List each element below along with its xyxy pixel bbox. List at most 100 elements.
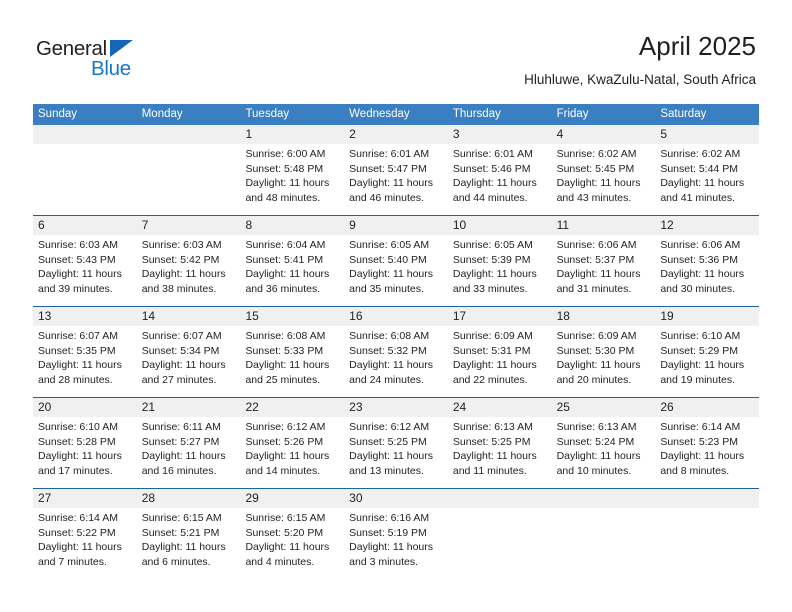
day-number-13[interactable]: 13	[33, 307, 137, 326]
day-cell-21[interactable]: Sunrise: 6:11 AM Sunset: 5:27 PM Daylight:…	[137, 417, 241, 488]
day-detail-line: Daylight: 11 hours	[38, 541, 122, 554]
day-number-25[interactable]: 25	[552, 398, 656, 417]
day-number-17[interactable]: 17	[448, 307, 552, 326]
day-detail-line: Sunrise: 6:12 AM	[245, 421, 326, 433]
day-number-10[interactable]: 10	[448, 216, 552, 235]
weekday-header-thursday: Thursday	[452, 108, 501, 120]
day-detail-line: Daylight: 11 hours	[452, 177, 537, 190]
day-cell-17[interactable]: Sunrise: 6:09 AM Sunset: 5:31 PM Daylight:…	[448, 326, 552, 397]
day-number-22[interactable]: 22	[240, 398, 344, 417]
day-cell-8[interactable]: Sunrise: 6:04 AM Sunset: 5:41 PM Daylight:…	[240, 235, 344, 306]
day-number-4[interactable]: 4	[552, 125, 656, 144]
day-detail-line: and 3 minutes.	[349, 555, 419, 568]
day-cell-24[interactable]: Sunrise: 6:13 AM Sunset: 5:25 PM Daylight:…	[448, 417, 552, 488]
day-cell-27[interactable]: Sunrise: 6:14 AM Sunset: 5:22 PM Daylight:…	[33, 508, 137, 579]
day-cell-16[interactable]: Sunrise: 6:08 AM Sunset: 5:32 PM Daylight:…	[344, 326, 448, 397]
day-number-28[interactable]: 28	[137, 489, 241, 508]
day-detail-line: and 11 minutes.	[452, 464, 527, 477]
day-detail-line: Daylight: 11 hours	[660, 450, 745, 463]
day-cell-15[interactable]: Sunrise: 6:08 AM Sunset: 5:33 PM Daylight:…	[240, 326, 344, 397]
day-detail-line: and 20 minutes.	[556, 373, 632, 386]
day-number-7[interactable]: 7	[137, 216, 241, 235]
day-detail-line: and 19 minutes.	[660, 373, 736, 386]
day-number-6[interactable]: 6	[33, 216, 137, 235]
day-detail-line: Daylight: 11 hours	[245, 177, 330, 190]
day-detail-line: Sunset: 5:24 PM	[556, 435, 635, 448]
day-cell-23[interactable]: Sunrise: 6:12 AM Sunset: 5:25 PM Daylight:…	[344, 417, 448, 488]
calendar-weeks: 1 2 3 4 5 Sunrise: 6:00 AM Sunset: 5:48 PM Dayl…	[33, 125, 759, 579]
day-cell-22[interactable]: Sunrise: 6:12 AM Sunset: 5:26 PM Daylight:…	[240, 417, 344, 488]
day-number-empty	[655, 489, 759, 508]
day-number-26[interactable]: 26	[655, 398, 759, 417]
day-number-15[interactable]: 15	[240, 307, 344, 326]
day-number-9[interactable]: 9	[344, 216, 448, 235]
day-cell-11[interactable]: Sunrise: 6:06 AM Sunset: 5:37 PM Daylight:…	[552, 235, 656, 306]
day-detail-line: Sunrise: 6:08 AM	[349, 330, 430, 342]
day-detail-line: Sunrise: 6:01 AM	[349, 148, 430, 160]
day-cell-7[interactable]: Sunrise: 6:03 AM Sunset: 5:42 PM Daylight:…	[137, 235, 241, 306]
day-number-3[interactable]: 3	[448, 125, 552, 144]
day-cell-9[interactable]: Sunrise: 6:05 AM Sunset: 5:40 PM Daylight:…	[344, 235, 448, 306]
day-detail-line: Daylight: 11 hours	[141, 541, 226, 554]
day-cell-10[interactable]: Sunrise: 6:05 AM Sunset: 5:39 PM Daylight:…	[448, 235, 552, 306]
day-detail-line: and 28 minutes.	[38, 373, 113, 386]
day-cell-25[interactable]: Sunrise: 6:13 AM Sunset: 5:24 PM Daylight:…	[552, 417, 656, 488]
day-cell-4[interactable]: Sunrise: 6:02 AM Sunset: 5:45 PM Daylight:…	[552, 144, 656, 215]
day-number-5[interactable]: 5	[655, 125, 759, 144]
day-detail-line: Sunset: 5:30 PM	[556, 344, 635, 357]
day-number-30[interactable]: 30	[344, 489, 448, 508]
day-cell-26[interactable]: Sunrise: 6:14 AM Sunset: 5:23 PM Daylight:…	[655, 417, 759, 488]
day-number-24[interactable]: 24	[448, 398, 552, 417]
day-detail-line: Daylight: 11 hours	[660, 177, 745, 190]
day-detail-line: Sunrise: 6:11 AM	[141, 421, 221, 433]
day-cell-14[interactable]: Sunrise: 6:07 AM Sunset: 5:34 PM Daylight:…	[137, 326, 241, 397]
day-detail-line: Sunrise: 6:08 AM	[245, 330, 326, 342]
day-cell-13[interactable]: Sunrise: 6:07 AM Sunset: 5:35 PM Daylight:…	[33, 326, 137, 397]
day-number-14[interactable]: 14	[137, 307, 241, 326]
day-detail-line: Sunrise: 6:07 AM	[141, 330, 222, 342]
day-number-23[interactable]: 23	[344, 398, 448, 417]
day-cell-5[interactable]: Sunrise: 6:02 AM Sunset: 5:44 PM Daylight:…	[655, 144, 759, 215]
day-cell-6[interactable]: Sunrise: 6:03 AM Sunset: 5:43 PM Daylight:…	[33, 235, 137, 306]
title-block: April 2025 Hluhluwe, KwaZulu-Natal, Sout…	[524, 30, 756, 90]
day-number-2[interactable]: 2	[344, 125, 448, 144]
day-cell-3[interactable]: Sunrise: 6:01 AM Sunset: 5:46 PM Daylight:…	[448, 144, 552, 215]
day-number-16[interactable]: 16	[344, 307, 448, 326]
day-number-18[interactable]: 18	[552, 307, 656, 326]
day-cell-30[interactable]: Sunrise: 6:16 AM Sunset: 5:19 PM Daylight:…	[344, 508, 448, 579]
week-daynumber-band: 20 21 22 23 24 25 26	[33, 398, 759, 417]
day-detail-line: Sunrise: 6:09 AM	[556, 330, 637, 342]
day-cell-12[interactable]: Sunrise: 6:06 AM Sunset: 5:36 PM Daylight:…	[655, 235, 759, 306]
week-daynumber-band: 6 7 8 9 10 11 12	[33, 216, 759, 235]
day-number-21[interactable]: 21	[137, 398, 241, 417]
day-number-8[interactable]: 8	[240, 216, 344, 235]
day-number-1[interactable]: 1	[240, 125, 344, 144]
day-detail-line: and 41 minutes.	[660, 191, 736, 204]
day-number-empty	[33, 125, 137, 144]
week-daynumber-band: 27 28 29 30	[33, 489, 759, 508]
weekday-header-saturday: Saturday	[660, 108, 707, 120]
day-detail-line: Sunrise: 6:03 AM	[141, 239, 222, 251]
day-cell-1[interactable]: Sunrise: 6:00 AM Sunset: 5:48 PM Daylight:…	[240, 144, 344, 215]
day-number-20[interactable]: 20	[33, 398, 137, 417]
day-detail-line: Sunset: 5:41 PM	[245, 253, 324, 266]
weekday-header-monday: Monday	[141, 108, 183, 120]
day-number-29[interactable]: 29	[240, 489, 344, 508]
day-number-19[interactable]: 19	[655, 307, 759, 326]
day-detail-line: Sunset: 5:25 PM	[452, 435, 531, 448]
day-number-12[interactable]: 12	[655, 216, 759, 235]
week-detail-band: Sunrise: 6:14 AM Sunset: 5:22 PM Daylight:…	[33, 508, 759, 579]
day-detail-line: Sunrise: 6:03 AM	[38, 239, 118, 251]
week-daynumber-band: 13 14 15 16 17 18 19	[33, 307, 759, 326]
day-cell-28[interactable]: Sunrise: 6:15 AM Sunset: 5:21 PM Daylight:…	[137, 508, 241, 579]
day-detail-line: Sunset: 5:45 PM	[556, 162, 635, 175]
day-cell-18[interactable]: Sunrise: 6:09 AM Sunset: 5:30 PM Daylight:…	[552, 326, 656, 397]
day-cell-29[interactable]: Sunrise: 6:15 AM Sunset: 5:20 PM Daylight:…	[240, 508, 344, 579]
day-cell-20[interactable]: Sunrise: 6:10 AM Sunset: 5:28 PM Daylight:…	[33, 417, 137, 488]
day-detail-line: Sunset: 5:19 PM	[349, 526, 427, 539]
day-number-11[interactable]: 11	[552, 216, 656, 235]
day-cell-19[interactable]: Sunrise: 6:10 AM Sunset: 5:29 PM Daylight:…	[655, 326, 759, 397]
day-number-27[interactable]: 27	[33, 489, 137, 508]
weekday-header-tuesday: Tuesday	[245, 108, 290, 120]
day-cell-2[interactable]: Sunrise: 6:01 AM Sunset: 5:47 PM Daylight:…	[344, 144, 448, 215]
